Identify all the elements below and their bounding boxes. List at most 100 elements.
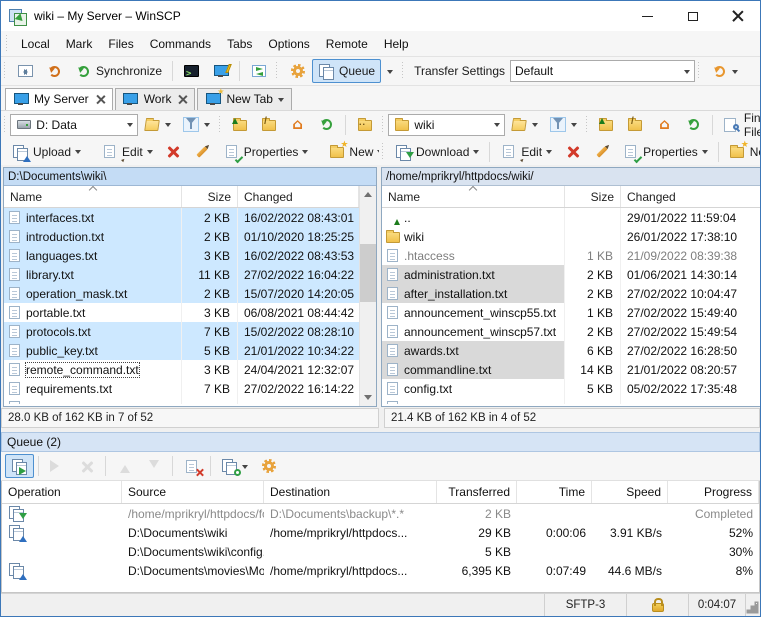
file-row[interactable]: introduction.txt 2 KB 01/10/2020 18:25:2…: [4, 227, 359, 246]
queue-enable-toggle[interactable]: [5, 454, 34, 478]
edit-button[interactable]: Edit: [95, 140, 159, 164]
properties-button[interactable]: Properties: [217, 140, 315, 164]
queue-column-transferred[interactable]: Transferred: [437, 481, 517, 503]
queue-header[interactable]: Queue (2): [1, 432, 760, 452]
protocol-cell[interactable]: SFTP-3: [545, 594, 627, 616]
file-row[interactable]: operation_mask.txt 2 KB 15/07/2020 14:20…: [4, 284, 359, 303]
transfer-options-button[interactable]: [705, 59, 744, 83]
synchronize-button[interactable]: Synchronize: [69, 59, 168, 83]
queue-toggle-button[interactable]: Queue: [312, 59, 382, 83]
toolbar-grip[interactable]: [697, 62, 703, 80]
tab-close-icon[interactable]: [178, 95, 187, 104]
rename-button[interactable]: [188, 140, 217, 164]
local-scrollbar[interactable]: [359, 186, 376, 406]
queue-run-button[interactable]: [43, 454, 72, 478]
file-row[interactable]: portable.txt 3 KB 06/08/2021 08:44:42: [4, 303, 359, 322]
edit-button[interactable]: Edit: [494, 140, 558, 164]
file-row[interactable]: announcement_winscp55.txt 1 KB 27/02/202…: [382, 303, 760, 322]
menu-remote[interactable]: Remote: [318, 33, 376, 55]
parent-directory-button[interactable]: [225, 113, 254, 137]
menu-options[interactable]: Options: [260, 33, 317, 55]
queue-dropdown-button[interactable]: [381, 59, 399, 83]
column-header-name[interactable]: Name: [382, 186, 565, 207]
queue-delete-all-button[interactable]: [177, 454, 206, 478]
toolbar-grip[interactable]: [381, 142, 386, 161]
file-row[interactable]: .. 29/01/2022 11:59:04: [382, 208, 760, 227]
scroll-thumb[interactable]: [360, 244, 376, 302]
preferences-button[interactable]: [283, 59, 312, 83]
refresh-button[interactable]: [679, 113, 708, 137]
open-directory-button[interactable]: [138, 113, 177, 137]
scroll-down-button[interactable]: [360, 390, 376, 406]
root-directory-button[interactable]: /: [254, 113, 283, 137]
toolbar-grip[interactable]: [401, 62, 407, 80]
queue-row[interactable]: /home/mprikryl/httpdocs/for... D:\Docume…: [2, 504, 759, 523]
queue-column-source[interactable]: Source: [122, 481, 264, 503]
open-in-putty-button[interactable]: [206, 59, 235, 83]
queue-column-destination[interactable]: Destination: [264, 481, 437, 503]
download-button[interactable]: Download: [389, 140, 485, 164]
column-header-size[interactable]: Size: [565, 186, 621, 207]
file-row[interactable]: requirements.txt 7 KB 27/02/2022 16:14:2…: [4, 379, 359, 398]
toolbar-grip[interactable]: [3, 115, 8, 134]
queue-row[interactable]: D:\Documents\wiki\config.txt 5 KB 30%: [2, 542, 759, 561]
rename-button[interactable]: [587, 140, 616, 164]
toolbar-grip[interactable]: [584, 115, 589, 134]
menu-help[interactable]: Help: [376, 33, 417, 55]
local-path-header[interactable]: D:\Documents\wiki\: [4, 168, 376, 186]
maximize-button[interactable]: [670, 1, 715, 31]
menu-mark[interactable]: Mark: [58, 33, 101, 55]
resize-grip[interactable]: [746, 594, 760, 616]
queue-move-down-button[interactable]: [139, 454, 168, 478]
file-row[interactable]: commandline.txt 14 KB 21/01/2022 08:20:5…: [382, 360, 760, 379]
swap-panels-button[interactable]: [11, 59, 40, 83]
menu-commands[interactable]: Commands: [142, 33, 219, 55]
new-button[interactable]: ★ New: [723, 139, 760, 164]
queue-stop-button[interactable]: [72, 454, 101, 478]
toolbar-grip[interactable]: [275, 62, 281, 80]
file-row[interactable]: awards.txt 6 KB 27/02/2022 16:28:50: [382, 341, 760, 360]
queue-row[interactable]: D:\Documents\movies\Movie\... /home/mpri…: [2, 561, 759, 580]
scroll-up-button[interactable]: [360, 186, 376, 202]
tab-close-icon[interactable]: [96, 95, 105, 104]
refresh-button[interactable]: [312, 113, 341, 137]
drive-combobox[interactable]: D: Data: [10, 113, 138, 136]
toolbar-grip[interactable]: [381, 115, 386, 134]
properties-button[interactable]: Properties: [616, 140, 714, 164]
menu-local[interactable]: Local: [13, 33, 58, 55]
column-header-changed[interactable]: Changed: [621, 186, 760, 207]
menu-tabs[interactable]: Tabs: [219, 33, 260, 55]
remote-path-header[interactable]: /home/mprikryl/httpdocs/wiki/: [382, 168, 760, 186]
menu-files[interactable]: Files: [100, 33, 141, 55]
tab-work[interactable]: Work: [114, 88, 196, 110]
open-directory-button[interactable]: [505, 113, 544, 137]
queue-column-time[interactable]: Time: [517, 481, 592, 503]
queue-preferences-button[interactable]: [254, 454, 283, 478]
open-console-button[interactable]: [177, 59, 206, 83]
filter-button[interactable]: [177, 113, 216, 137]
column-header-size[interactable]: Size: [182, 186, 238, 207]
queue-move-up-button[interactable]: [110, 454, 139, 478]
find-files-button[interactable]: Find Files: [717, 111, 760, 139]
tab-new-tab[interactable]: ★ New Tab: [197, 87, 292, 110]
home-directory-button[interactable]: ⌂: [283, 113, 312, 137]
file-row[interactable]: protocols.txt 7 KB 15/02/2022 08:28:10: [4, 322, 359, 341]
queue-shutdown-button[interactable]: [215, 454, 254, 478]
parent-directory-button[interactable]: [592, 113, 621, 137]
file-row[interactable]: after_installation.txt 2 KB 27/02/2022 1…: [382, 284, 760, 303]
file-row[interactable]: [4, 398, 359, 404]
transfer-settings-select[interactable]: Default: [510, 60, 696, 82]
queue-row[interactable]: D:\Documents\wiki /home/mprikryl/httpdoc…: [2, 523, 759, 542]
close-button[interactable]: [715, 1, 760, 31]
scroll-track[interactable]: [360, 202, 376, 390]
upload-button[interactable]: Upload: [6, 140, 87, 164]
toolbar-grip[interactable]: [3, 62, 8, 80]
menu-grip[interactable]: [5, 34, 10, 53]
toolbar-grip[interactable]: [217, 115, 223, 134]
bookmarks-button[interactable]: ..: [350, 113, 379, 137]
root-directory-button[interactable]: /: [621, 113, 650, 137]
column-header-changed[interactable]: Changed: [238, 186, 359, 207]
queue-column-speed[interactable]: Speed: [592, 481, 668, 503]
column-header-name[interactable]: Name: [4, 186, 182, 207]
directory-combobox[interactable]: wiki: [388, 113, 505, 136]
